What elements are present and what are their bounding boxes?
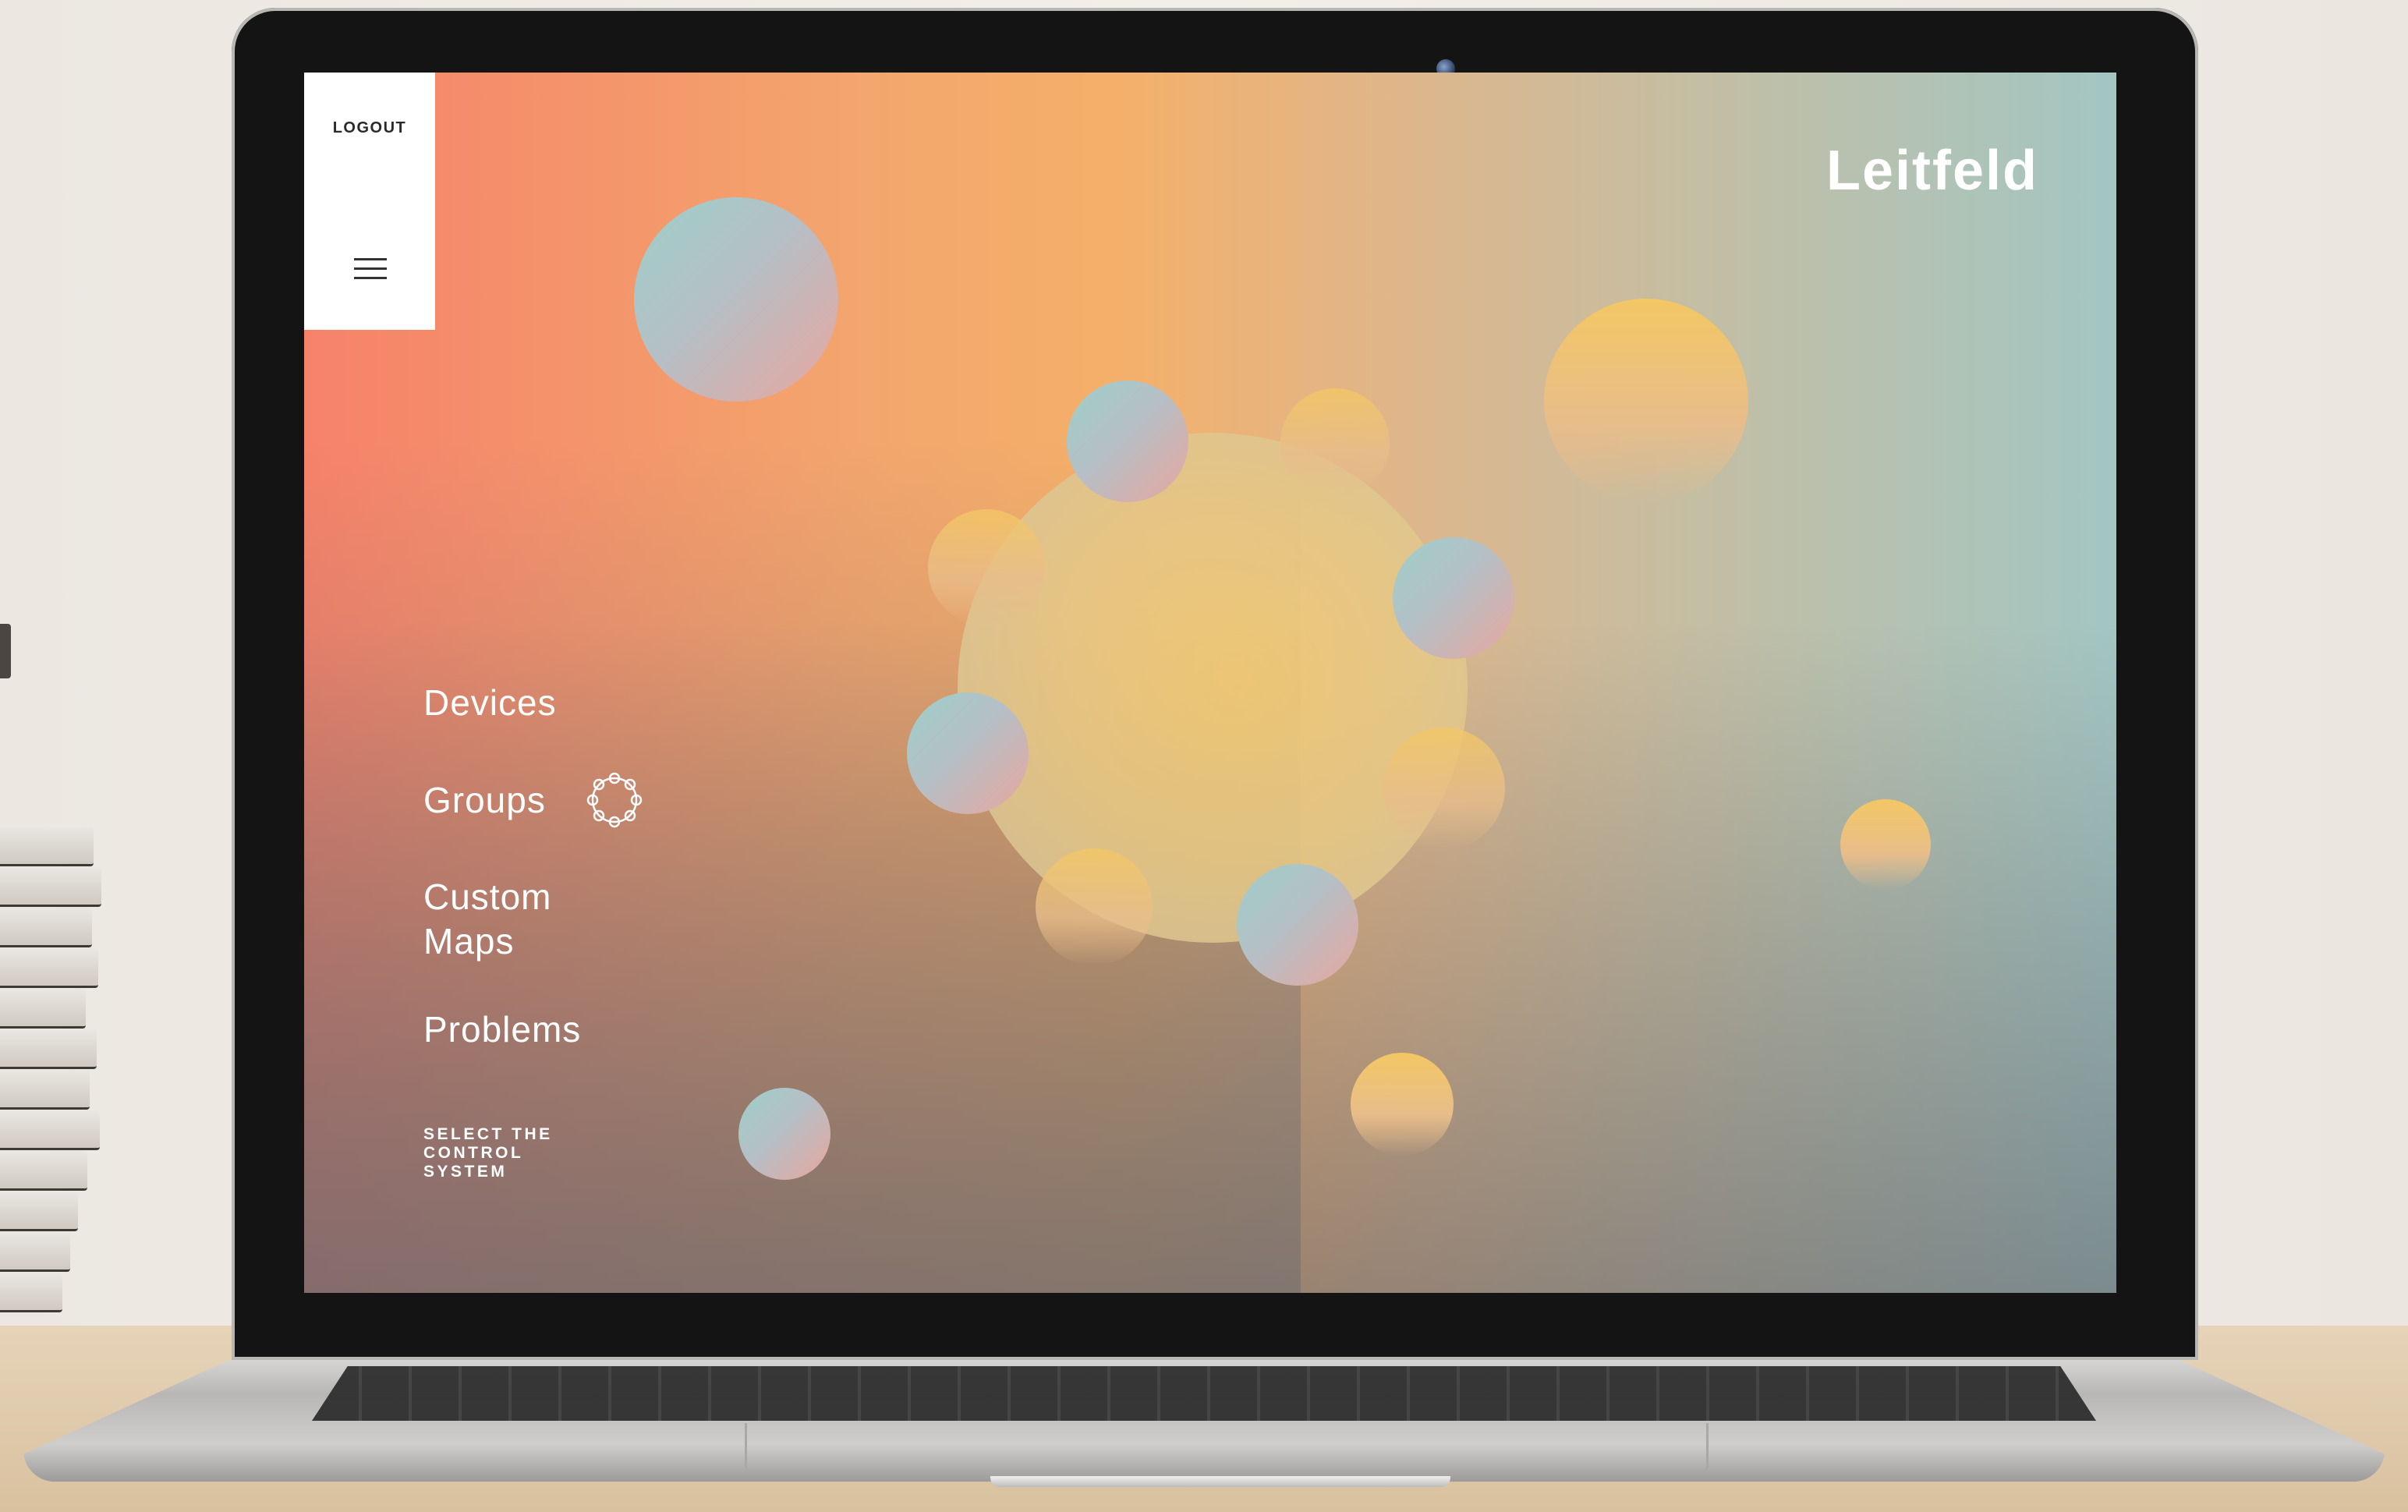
decorative-bubble — [738, 1088, 830, 1180]
select-control-system-hint: SELECT THE CONTROL SYSTEM — [423, 1125, 553, 1181]
book — [0, 1151, 87, 1191]
nav-item-devices[interactable]: Devices — [423, 681, 646, 725]
book — [0, 1232, 70, 1272]
cluster-node — [1393, 537, 1514, 659]
cluster-node — [1280, 388, 1390, 498]
central-cluster — [958, 433, 1468, 943]
main-nav: Devices Groups Custom Maps Problems — [423, 681, 646, 1096]
book-spine — [0, 624, 11, 678]
book — [0, 1070, 90, 1110]
laptop-trackpad — [745, 1423, 1709, 1472]
cluster-node — [907, 692, 1029, 814]
book — [0, 1029, 97, 1069]
laptop-keyboard — [312, 1366, 2096, 1421]
brand-logo: Leitfeld — [1825, 140, 2038, 202]
book — [0, 1110, 100, 1150]
menu-panel: LOGOUT — [304, 73, 435, 330]
book-stack — [0, 827, 101, 1372]
nav-item-groups[interactable]: Groups — [423, 778, 546, 823]
cluster-node — [1237, 864, 1358, 986]
book — [0, 867, 101, 907]
book — [0, 948, 98, 988]
book — [0, 827, 94, 866]
logout-button[interactable]: LOGOUT — [304, 119, 435, 137]
book — [0, 908, 92, 947]
laptop-notch — [990, 1476, 1450, 1487]
cluster-node — [1383, 728, 1505, 849]
cluster-node — [1067, 381, 1188, 502]
book — [0, 989, 86, 1029]
decorative-bubble — [634, 197, 838, 402]
ring-network-icon — [586, 772, 643, 828]
nav-item-problems[interactable]: Problems — [423, 1007, 646, 1052]
decorative-bubble — [1544, 299, 1748, 503]
nav-item-custom-maps[interactable]: Custom Maps — [423, 875, 579, 964]
nav-item-groups-row: Groups — [423, 769, 646, 831]
decorative-bubble — [1351, 1053, 1454, 1156]
cluster-node — [1036, 848, 1153, 965]
book — [0, 1273, 62, 1312]
cluster-node — [928, 509, 1045, 626]
app-screen: LOGOUT Leitfeld Devices Groups Custom Ma… — [304, 73, 2116, 1293]
hamburger-menu-icon[interactable] — [354, 258, 387, 280]
decorative-bubble — [1840, 799, 1931, 890]
book — [0, 1192, 78, 1231]
